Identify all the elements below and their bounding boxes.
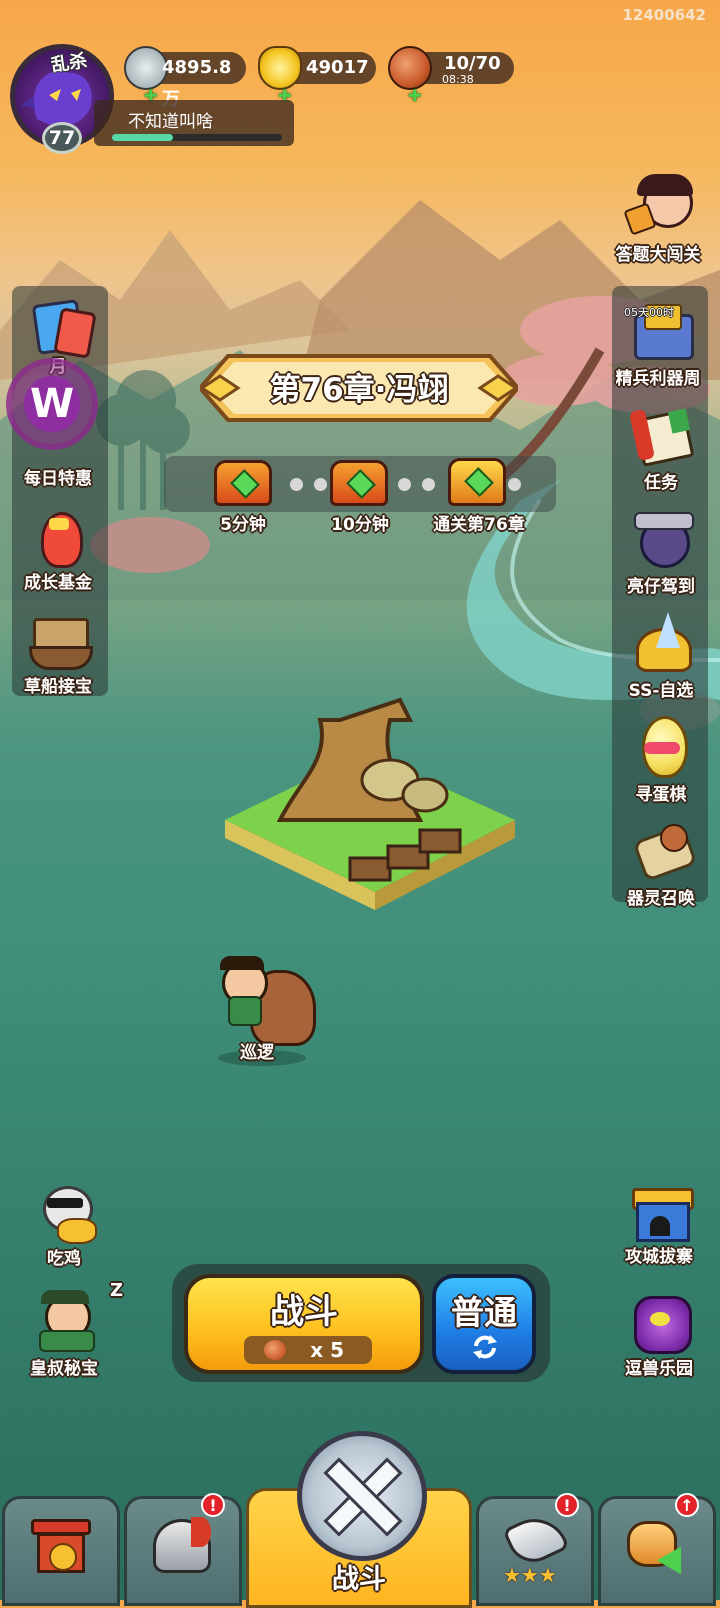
left-bottom-label-1: 皇叔秘宝 <box>30 1359 98 1379</box>
nav-battle-label: 战斗 <box>332 1564 386 1595</box>
user-id: 12400642 <box>622 6 707 24</box>
gold-value: 49017 <box>306 57 369 78</box>
reward-chest-1[interactable] <box>214 456 272 506</box>
battle-swords-icon <box>297 1431 427 1561</box>
beast-park-icon <box>628 1290 692 1354</box>
avatar-tag: 乱杀 <box>49 50 89 77</box>
beast-park-button[interactable]: 逗兽乐园 <box>604 1290 714 1379</box>
egg-hunt-icon <box>630 716 692 778</box>
progress-dot <box>398 478 411 491</box>
daily-deal-icon <box>27 400 89 462</box>
uncle-treasure-icon <box>33 1290 95 1352</box>
nav-tab-battle[interactable]: 战斗 <box>246 1431 472 1608</box>
left-menu-item-2[interactable]: 草船接宝 <box>8 608 108 697</box>
right-menu-label-0: 精兵利器周 <box>615 369 701 389</box>
siege-fortress-icon <box>628 1178 694 1242</box>
growth-fund-icon <box>27 504 89 568</box>
monthly-card-icon <box>27 296 97 359</box>
right-menu-item-5[interactable]: 器灵召唤 <box>610 820 712 909</box>
helmet-crest-icon <box>191 1517 211 1547</box>
progress-dot <box>290 478 303 491</box>
stamina-counter[interactable]: ✚ 10/70 08:38 <box>388 46 514 105</box>
stamina-timer: 08:38 <box>442 73 474 86</box>
fight-cost: x 5 <box>244 1336 372 1364</box>
spirit-summon-icon <box>630 820 698 882</box>
horn-stars-icon <box>502 1507 570 1571</box>
left-menu-item-1[interactable]: 成长基金 <box>8 504 108 593</box>
equipment-alert-badge: ! <box>201 1493 225 1517</box>
right-menu-label-5: 器灵召唤 <box>627 889 695 909</box>
right-menu-label-1: 任务 <box>644 473 678 493</box>
mode-label: 普通 <box>451 1293 517 1332</box>
chicken-dinner-button[interactable]: 吃鸡 <box>14 1180 114 1269</box>
city-hall-icon <box>31 1519 91 1575</box>
reward-chest-2[interactable] <box>330 456 388 506</box>
sleep-z-icon: z <box>110 1280 124 1301</box>
player-name-bar: 不知道叫啥 <box>94 100 294 146</box>
nav-tab-equipment[interactable]: ! <box>124 1493 242 1606</box>
quiz-challenge-label: 答题大闯关 <box>615 245 701 265</box>
right-menu-item-3[interactable]: SS-自选 <box>610 612 712 701</box>
uncle-treasure-button[interactable]: z 皇叔秘宝 <box>14 1280 123 1379</box>
player-name: 不知道叫啥 <box>128 112 213 132</box>
reward-label-3: 通关第76章 <box>433 515 525 535</box>
exp-bar <box>112 134 282 141</box>
stage-island <box>225 697 515 910</box>
add-stamina-icon[interactable]: ✚ <box>408 80 421 112</box>
fight-button[interactable]: 战斗 x 5 <box>184 1274 424 1374</box>
fight-cost-value: x 5 <box>310 1338 344 1362</box>
chapter-title: 第76章·冯翊 <box>269 372 449 408</box>
siege-fortress-button[interactable]: 攻城拔寨 <box>604 1178 714 1267</box>
ss-select-icon <box>630 612 692 674</box>
left-bottom-label-0: 吃鸡 <box>47 1249 81 1269</box>
nav-tab-city[interactable] <box>2 1496 120 1606</box>
progress-dot <box>314 478 327 491</box>
reward-label-1: 5分钟 <box>220 515 266 535</box>
left-menu-item-0[interactable]: 每日特惠 <box>8 400 108 489</box>
left-menu-label-1: 成长基金 <box>24 573 92 593</box>
reward-chest-3[interactable] <box>448 454 506 506</box>
right-menu-label-4: 寻蛋棋 <box>635 785 687 805</box>
refresh-icon <box>473 1335 497 1359</box>
right-menu-item-0[interactable]: 05天00时 精兵利器周 <box>610 300 712 389</box>
progress-dot <box>422 478 435 491</box>
upgrade-alert-badge: ↑ <box>675 1493 699 1517</box>
progress-dot <box>508 478 521 491</box>
straw-boat-treasure-icon <box>27 608 93 670</box>
elite-weapon-week-timer: 05天00时 <box>624 306 674 319</box>
right-menu-item-4[interactable]: 寻蛋棋 <box>610 716 712 805</box>
gold-counter[interactable]: ✚ 49017 <box>258 46 376 105</box>
liangzai-arrival-icon <box>630 508 694 570</box>
right-menu-label-2: 亮仔驾到 <box>627 577 695 597</box>
right-bottom-label-0: 攻城拔寨 <box>625 1247 693 1267</box>
right-bottom-label-1: 逗兽乐园 <box>625 1359 693 1379</box>
quiz-challenge-icon <box>623 174 693 238</box>
right-menu-label-3: SS-自选 <box>628 681 694 701</box>
fight-button-label: 战斗 <box>270 1292 338 1332</box>
right-menu-item-2[interactable]: 亮仔驾到 <box>610 508 712 597</box>
patrol-label: 巡逻 <box>240 1043 274 1063</box>
left-menu-label-0: 每日特惠 <box>24 469 92 489</box>
task-scroll-icon <box>628 404 695 467</box>
silver-counter[interactable]: ✚ 4895.8万 <box>124 46 246 110</box>
nav-tab-heroes[interactable]: ★★★ ! <box>476 1493 594 1606</box>
mode-toggle-button[interactable]: 普通 <box>432 1274 536 1374</box>
reward-label-2: 10分钟 <box>331 515 389 535</box>
player-level: 77 <box>42 122 82 154</box>
quiz-challenge-button[interactable]: 答题大闯关 <box>602 174 714 265</box>
right-menu-item-1[interactable]: 任务 <box>610 404 712 493</box>
meat-drumstick-icon <box>264 1340 286 1360</box>
chicken-dinner-icon <box>33 1180 97 1244</box>
star-rating: ★★★ <box>503 1563 557 1587</box>
heroes-alert-badge: ! <box>555 1493 579 1517</box>
left-menu-label-2: 草船接宝 <box>24 677 92 697</box>
nav-tab-upgrade[interactable]: ↑ <box>598 1493 716 1606</box>
